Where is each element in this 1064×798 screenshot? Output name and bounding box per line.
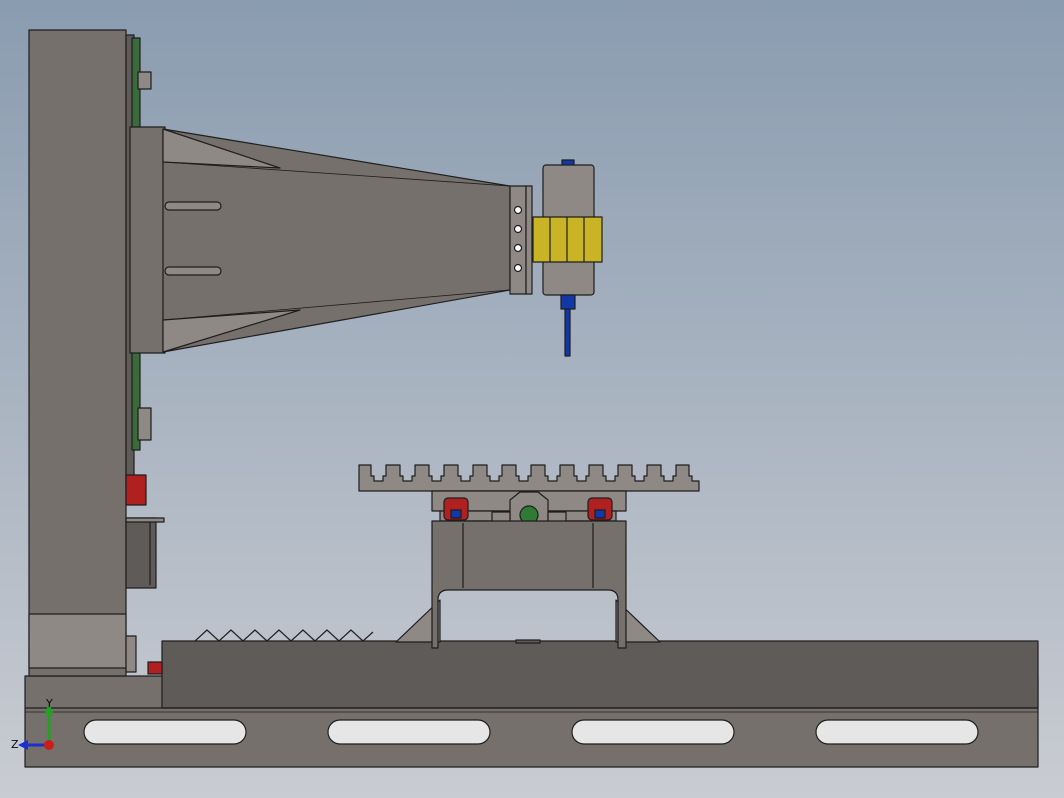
base-slot [327,719,491,745]
triad-z-label: Z [11,738,19,751]
base-slot [571,719,735,745]
red-connector [125,474,147,506]
red-connector [147,661,163,675]
mount-flange [509,185,527,295]
stepper-motor [125,517,157,589]
base-slot [83,719,247,745]
base-slot [815,719,979,745]
cad-viewport[interactable]: Y Z [0,0,1064,798]
triad-origin-x [44,740,54,750]
base-plate [24,640,1039,768]
triad-y-label: Y [45,697,53,710]
cutting-tool [564,308,571,357]
blue-bolt-head [450,509,462,519]
blue-bolt-head [594,509,606,519]
